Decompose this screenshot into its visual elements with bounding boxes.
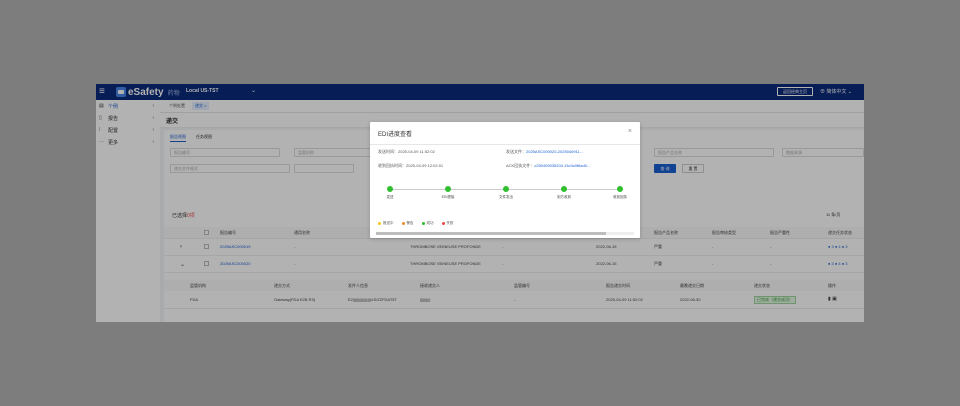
ack-file-row: ACK回执文件：c250409035204.13c3c0f6ad0... bbox=[506, 163, 590, 169]
failure-dot-icon bbox=[441, 222, 445, 225]
step-success-icon bbox=[617, 186, 623, 192]
progress-step: 发送 bbox=[370, 186, 410, 200]
legend-item: 警告 bbox=[401, 221, 414, 226]
ack-file-label: ACK回执文件： bbox=[506, 163, 535, 168]
step-success-icon bbox=[561, 186, 567, 192]
warning-dot-icon bbox=[401, 222, 405, 225]
legend-item: 推送中 bbox=[378, 221, 394, 226]
legend-item: 成功 bbox=[421, 221, 434, 226]
step-success-icon bbox=[387, 186, 393, 192]
step-success-icon bbox=[503, 186, 509, 192]
status-legend: 推送中 警告 成功 失败 bbox=[378, 221, 454, 226]
receive-time-label: 收到回执时间： bbox=[378, 163, 406, 168]
step-success-icon bbox=[445, 186, 451, 192]
receive-time-value: 2025-04-09 12:02:01 bbox=[406, 163, 444, 168]
legend-item: 失败 bbox=[441, 221, 454, 226]
step-label: EDI提接 bbox=[441, 195, 455, 199]
ack-file-link[interactable]: c250409035204.13c3c0f6ad0... bbox=[534, 163, 590, 168]
send-time-label: 发送时间： bbox=[378, 149, 398, 154]
pending-dot-icon bbox=[378, 222, 381, 225]
send-file-row: 发送文件：2025ASC000020-2025040911... bbox=[506, 149, 583, 155]
legend-label: 失败 bbox=[446, 221, 454, 225]
send-time-row: 发送时间：2025-04-09 11:52:02 bbox=[378, 149, 435, 155]
receive-time-row: 收到回执时间：2025-04-09 12:02:01 bbox=[378, 163, 443, 169]
progress-step: EDI提接 bbox=[428, 186, 468, 200]
dialog-title: EDI进度查看 bbox=[378, 132, 413, 138]
legend-label: 推送中 bbox=[383, 221, 394, 225]
horizontal-scrollbar-thumb[interactable] bbox=[376, 232, 606, 235]
progress-step: 收到回执 bbox=[600, 186, 640, 200]
edi-progress-dialog: EDI进度查看 × 发送时间：2025-04-09 11:52:02 发送文件：… bbox=[370, 122, 640, 238]
progress-step: 文件发出 bbox=[486, 186, 526, 200]
divider bbox=[370, 144, 640, 145]
step-label: 收到回执 bbox=[613, 195, 627, 199]
legend-label: 警告 bbox=[406, 221, 414, 225]
send-file-link[interactable]: 2025ASC000020-2025040911... bbox=[526, 149, 583, 154]
send-time-value: 2025-04-09 11:52:02 bbox=[398, 149, 435, 154]
step-label: 发送 bbox=[386, 195, 394, 199]
progress-step: 到方收到 bbox=[544, 186, 584, 200]
step-label: 到方收到 bbox=[557, 195, 571, 199]
step-label: 文件发出 bbox=[499, 195, 513, 199]
send-file-label: 发送文件： bbox=[506, 149, 526, 154]
success-dot-icon bbox=[421, 222, 425, 225]
close-icon[interactable]: × bbox=[628, 128, 632, 135]
legend-label: 成功 bbox=[426, 221, 434, 225]
